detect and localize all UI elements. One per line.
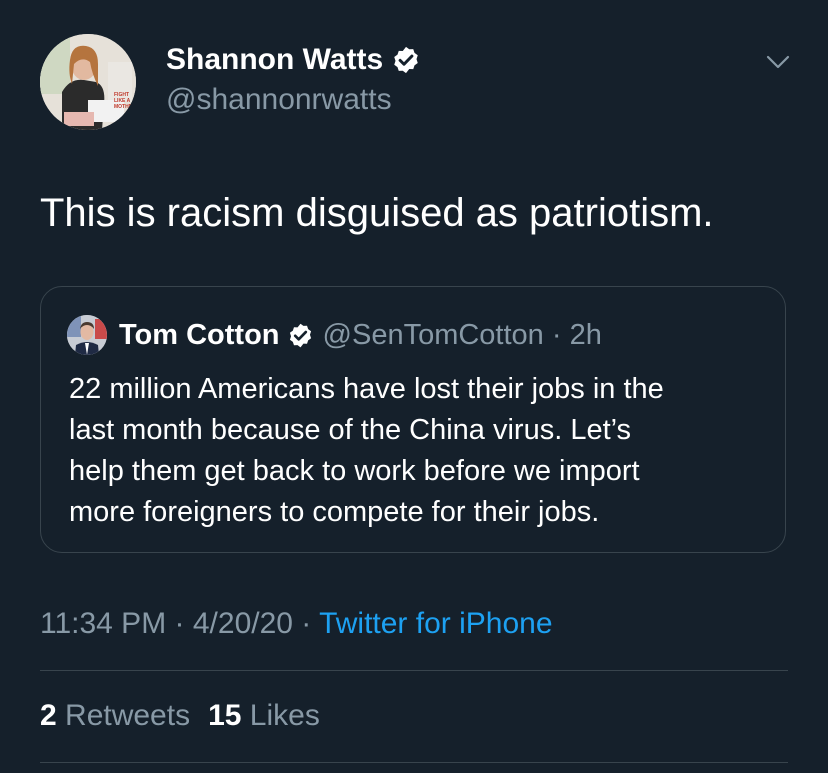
quoted-tweet-text: 22 million Americans have lost their job…	[69, 369, 769, 533]
quoted-text-line: last month because of the China virus. L…	[69, 414, 632, 446]
likes-count: 15	[208, 699, 242, 732]
quoted-timestamp: 2h	[569, 319, 602, 351]
author-handle[interactable]: @shannonrwatts	[166, 82, 392, 118]
divider	[40, 670, 788, 671]
likes-stat[interactable]: 15 Likes	[208, 696, 320, 736]
quoted-separator: ·	[543, 319, 570, 351]
retweets-label: Retweets	[56, 699, 191, 732]
meta-separator: ·	[166, 607, 193, 640]
quoted-avatar-image	[67, 315, 107, 355]
verified-badge-icon	[394, 46, 418, 74]
quoted-verified-badge-icon	[289, 323, 311, 347]
tweet-meta: 11:34 PM · 4/20/20 · Twitter for iPhone	[40, 604, 553, 644]
quoted-text-line: more foreigners to compete for their job…	[69, 496, 600, 528]
retweets-stat[interactable]: 2 Retweets	[40, 696, 190, 736]
divider	[40, 762, 788, 763]
quoted-author-handle[interactable]: @SenTomCotton	[323, 317, 544, 353]
tweet-stats: 2 Retweets 15 Likes	[40, 696, 338, 736]
author-avatar[interactable]: FIGHT LIKE A MOTHER	[40, 34, 136, 130]
author-name[interactable]: Shannon Watts	[166, 42, 383, 78]
quoted-author-avatar[interactable]	[67, 315, 107, 355]
quoted-text-line: help them get back to work before we imp…	[69, 455, 640, 487]
quoted-tweet[interactable]: Tom Cotton @SenTomCotton · 2h 22 million…	[40, 286, 786, 553]
quoted-header: Tom Cotton @SenTomCotton · 2h	[119, 317, 602, 353]
avatar-sign-text: FIGHT LIKE A MOTHER	[114, 92, 136, 110]
chevron-down-icon[interactable]	[764, 48, 792, 76]
tweet-source-link[interactable]: Twitter for iPhone	[319, 607, 552, 640]
likes-label: Likes	[241, 699, 320, 732]
tweet-text: This is racism disguised as patriotism.	[40, 191, 714, 235]
tweet-date: 4/20/20	[192, 607, 293, 640]
retweets-count: 2	[40, 699, 57, 732]
tweet-detail: FIGHT LIKE A MOTHER Shannon Watts @shann…	[0, 0, 828, 773]
author-avatar-image	[40, 34, 136, 130]
author-name-row[interactable]: Shannon Watts	[166, 42, 421, 78]
meta-separator: ·	[292, 607, 320, 640]
quoted-text-line: 22 million Americans have lost their job…	[69, 373, 664, 405]
tweet-time: 11:34 PM	[40, 607, 167, 640]
quoted-author-name[interactable]: Tom Cotton	[119, 317, 280, 353]
